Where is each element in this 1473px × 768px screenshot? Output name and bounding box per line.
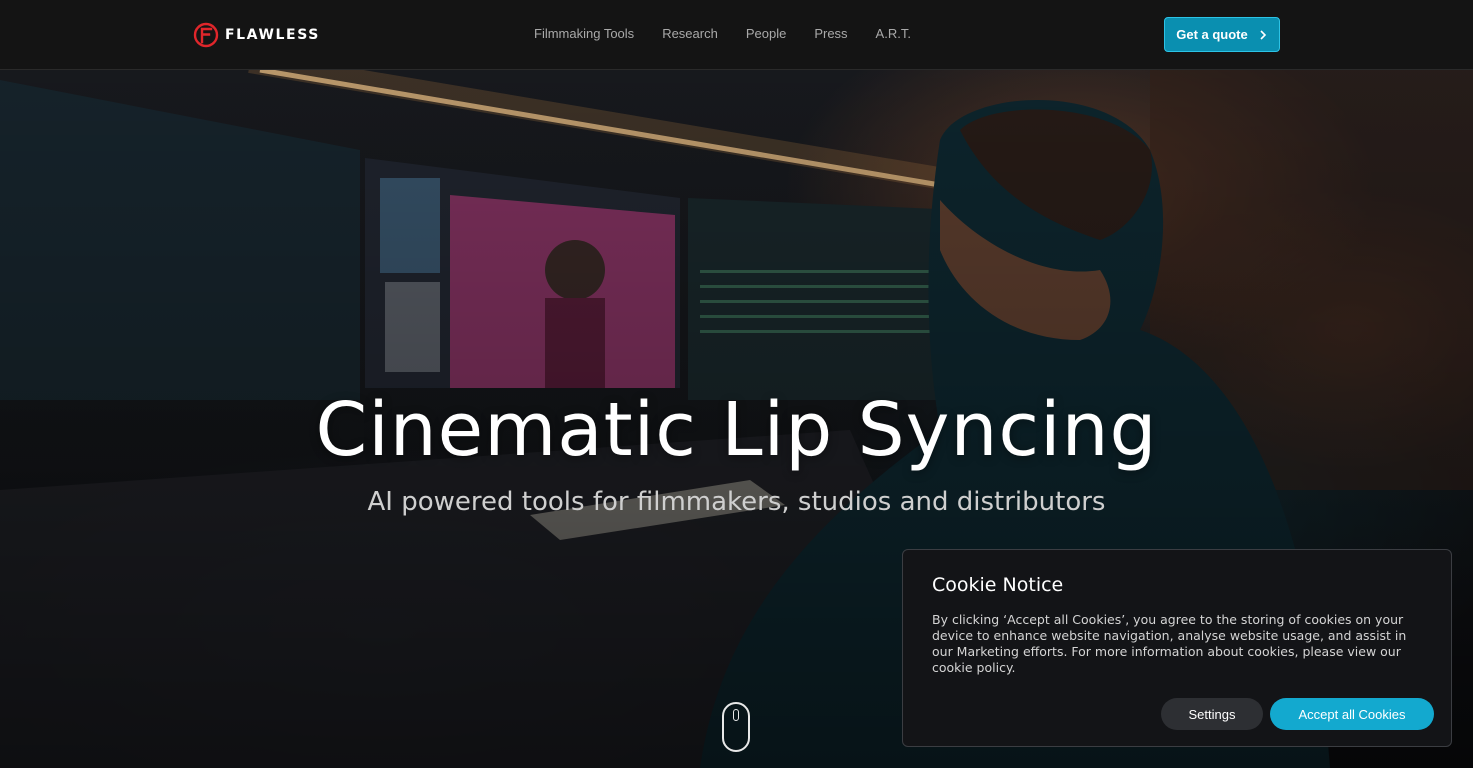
scroll-wheel-icon — [733, 709, 739, 721]
site-header: FLAWLESS Filmmaking Tools Research Peopl… — [0, 0, 1473, 70]
hero-title: Cinematic Lip Syncing — [315, 387, 1158, 473]
cookie-settings-button[interactable]: Settings — [1161, 698, 1263, 730]
get-a-quote-label: Get a quote — [1176, 27, 1248, 42]
nav-filmmaking-tools[interactable]: Filmmaking Tools — [534, 24, 634, 44]
nav-art[interactable]: A.R.T. — [876, 24, 911, 44]
nav-research[interactable]: Research — [662, 24, 718, 44]
brand-logo[interactable]: FLAWLESS — [193, 21, 320, 49]
main-nav: Filmmaking Tools Research People Press A… — [534, 24, 911, 44]
nav-press[interactable]: Press — [814, 24, 847, 44]
chevron-right-icon — [1260, 29, 1266, 40]
cookie-notice-title: Cookie Notice — [932, 574, 1064, 596]
cookie-notice-text: By clicking ‘Accept all Cookies’, you ag… — [932, 612, 1407, 675]
nav-people[interactable]: People — [746, 24, 786, 44]
scroll-mouse-icon[interactable] — [722, 702, 750, 752]
get-a-quote-button[interactable]: Get a quote — [1164, 17, 1280, 52]
flawless-logo-icon — [193, 22, 219, 48]
page: FLAWLESS Filmmaking Tools Research Peopl… — [0, 0, 1473, 768]
cookie-notice: Cookie Notice By clicking ‘Accept all Co… — [902, 549, 1452, 747]
accept-all-cookies-button[interactable]: Accept all Cookies — [1270, 698, 1434, 730]
hero-subtitle: AI powered tools for filmmakers, studios… — [367, 487, 1106, 517]
brand-name: FLAWLESS — [225, 27, 320, 43]
